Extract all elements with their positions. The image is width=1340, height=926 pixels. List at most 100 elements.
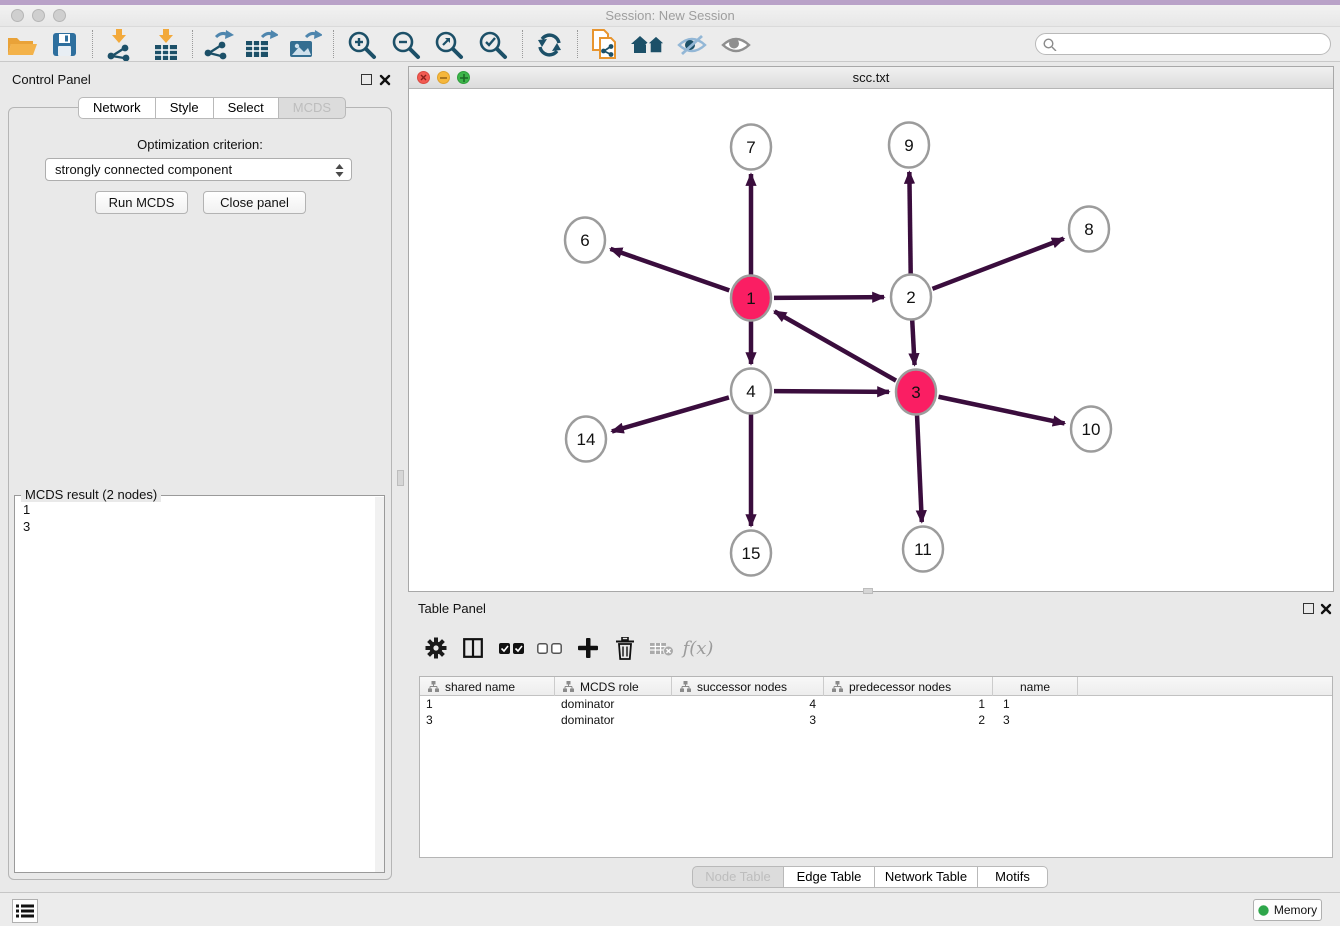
graph-node-10[interactable]: 10 bbox=[1071, 407, 1111, 452]
table-cell[interactable]: 1 bbox=[420, 696, 555, 712]
toolbar-separator bbox=[192, 30, 193, 58]
task-history-button[interactable] bbox=[12, 899, 38, 923]
hide-selected-icon[interactable] bbox=[674, 28, 710, 61]
edge-1-2[interactable] bbox=[774, 297, 884, 298]
table-cell[interactable]: 3 bbox=[672, 712, 824, 728]
graph-node-2[interactable]: 2 bbox=[891, 275, 931, 320]
close-table-panel-icon[interactable] bbox=[1320, 602, 1332, 620]
edge-4-14[interactable] bbox=[612, 397, 729, 431]
export-image-icon[interactable] bbox=[287, 28, 323, 61]
close-panel-button[interactable]: Close panel bbox=[203, 191, 306, 214]
zoom-network-button[interactable] bbox=[457, 71, 470, 84]
close-window-button[interactable] bbox=[11, 9, 24, 22]
table-cell[interactable]: 2 bbox=[824, 712, 993, 728]
graph-node-8[interactable]: 8 bbox=[1069, 207, 1109, 252]
result-scrollbar[interactable] bbox=[375, 497, 384, 872]
table-cell[interactable]: 1 bbox=[824, 696, 993, 712]
graph-node-15[interactable]: 15 bbox=[731, 531, 771, 576]
table-cell[interactable]: dominator bbox=[555, 696, 672, 712]
column-header-predecessor-nodes[interactable]: predecessor nodes bbox=[824, 677, 993, 696]
close-panel-icon[interactable] bbox=[379, 73, 391, 91]
column-header-MCDS-role[interactable]: MCDS role bbox=[555, 677, 672, 696]
table-row[interactable]: 1dominator411 bbox=[420, 696, 1332, 712]
graph-node-9[interactable]: 9 bbox=[889, 123, 929, 168]
edge-2-9[interactable] bbox=[909, 172, 910, 274]
float-table-panel-icon[interactable] bbox=[1303, 603, 1314, 614]
zoom-out-icon[interactable] bbox=[388, 28, 424, 61]
edge-1-6[interactable] bbox=[610, 249, 729, 291]
tab-network[interactable]: Network bbox=[78, 97, 156, 119]
criterion-select[interactable]: strongly connected component bbox=[45, 158, 352, 181]
mcds-result-text[interactable]: 13 bbox=[23, 501, 30, 535]
graph-node-6[interactable]: 6 bbox=[565, 218, 605, 263]
edge-2-3[interactable] bbox=[912, 320, 914, 365]
network-window-titlebar[interactable]: scc.txt bbox=[409, 67, 1333, 89]
node-table[interactable]: shared name MCDS role successor nodesprede… bbox=[419, 676, 1333, 858]
first-neighbors-icon[interactable] bbox=[630, 28, 666, 61]
table-cell[interactable]: 1 bbox=[993, 696, 1078, 712]
graph-node-3[interactable]: 3 bbox=[896, 370, 936, 415]
mcds-result-title: MCDS result (2 nodes) bbox=[21, 487, 161, 502]
edge-3-10[interactable] bbox=[939, 397, 1065, 424]
table-panel-title: Table Panel bbox=[418, 601, 486, 616]
table-settings-icon[interactable] bbox=[420, 632, 452, 664]
column-header-shared-name[interactable]: shared name bbox=[420, 677, 555, 696]
column-header-name[interactable]: name bbox=[993, 677, 1078, 696]
tab-edge-table[interactable]: Edge Table bbox=[783, 866, 875, 888]
export-network-icon[interactable] bbox=[200, 28, 236, 61]
minimize-window-button[interactable] bbox=[32, 9, 45, 22]
edge-3-11[interactable] bbox=[917, 415, 922, 522]
close-network-button[interactable] bbox=[417, 71, 430, 84]
select-all-icon[interactable] bbox=[496, 632, 528, 664]
zoom-fit-icon[interactable] bbox=[431, 28, 467, 61]
new-network-from-selection-icon[interactable] bbox=[586, 28, 622, 61]
svg-text:3: 3 bbox=[911, 383, 920, 402]
tab-motifs[interactable]: Motifs bbox=[977, 866, 1048, 888]
tab-mcds[interactable]: MCDS bbox=[278, 97, 346, 119]
import-network-icon[interactable] bbox=[101, 28, 137, 61]
save-session-icon[interactable] bbox=[46, 28, 82, 61]
column-header-label: MCDS role bbox=[580, 680, 639, 694]
table-cell[interactable]: 3 bbox=[420, 712, 555, 728]
search-input[interactable] bbox=[1035, 33, 1331, 55]
tab-network-table[interactable]: Network Table bbox=[874, 866, 978, 888]
table-row[interactable]: 3dominator323 bbox=[420, 712, 1332, 728]
table-cell[interactable]: 3 bbox=[993, 712, 1078, 728]
horizontal-splitter-handle[interactable] bbox=[863, 588, 873, 594]
edge-3-1[interactable] bbox=[774, 311, 896, 380]
column-header-successor-nodes[interactable]: successor nodes bbox=[672, 677, 824, 696]
table-rows: 1dominator4113dominator323 bbox=[420, 696, 1332, 728]
show-all-icon[interactable] bbox=[718, 28, 754, 61]
add-column-icon[interactable] bbox=[572, 632, 604, 664]
graph-node-4[interactable]: 4 bbox=[731, 369, 771, 414]
column-header-label: name bbox=[1020, 680, 1050, 694]
table-cell[interactable]: 4 bbox=[672, 696, 824, 712]
graph-node-11[interactable]: 11 bbox=[903, 527, 943, 572]
edge-2-8[interactable] bbox=[932, 239, 1063, 289]
float-panel-icon[interactable] bbox=[361, 74, 372, 85]
zoom-in-icon[interactable] bbox=[344, 28, 380, 61]
criterion-selected-value: strongly connected component bbox=[55, 162, 232, 177]
edge-4-3[interactable] bbox=[774, 391, 889, 392]
network-graph-canvas[interactable]: 7 9 6 8 1 2 4 3 14 10 15 11 bbox=[409, 89, 1333, 591]
delete-column-icon[interactable] bbox=[609, 632, 641, 664]
split-panel-icon[interactable] bbox=[457, 632, 489, 664]
memory-button[interactable]: Memory bbox=[1253, 899, 1322, 921]
open-session-icon[interactable] bbox=[4, 28, 40, 61]
refresh-icon[interactable] bbox=[532, 28, 568, 61]
tab-style[interactable]: Style bbox=[155, 97, 214, 119]
zoom-window-button[interactable] bbox=[53, 9, 66, 22]
zoom-selected-icon[interactable] bbox=[475, 28, 511, 61]
import-table-icon[interactable] bbox=[148, 28, 184, 61]
table-cell[interactable]: dominator bbox=[555, 712, 672, 728]
tab-select[interactable]: Select bbox=[213, 97, 279, 119]
vertical-splitter-handle[interactable] bbox=[397, 470, 404, 486]
graph-node-7[interactable]: 7 bbox=[731, 125, 771, 170]
tab-node-table[interactable]: Node Table bbox=[692, 866, 784, 888]
graph-node-14[interactable]: 14 bbox=[566, 417, 606, 462]
export-table-icon[interactable] bbox=[243, 28, 279, 61]
deselect-all-icon[interactable] bbox=[534, 632, 566, 664]
run-mcds-button[interactable]: Run MCDS bbox=[95, 191, 188, 214]
graph-node-1[interactable]: 1 bbox=[731, 276, 771, 321]
minimize-network-button[interactable] bbox=[437, 71, 450, 84]
